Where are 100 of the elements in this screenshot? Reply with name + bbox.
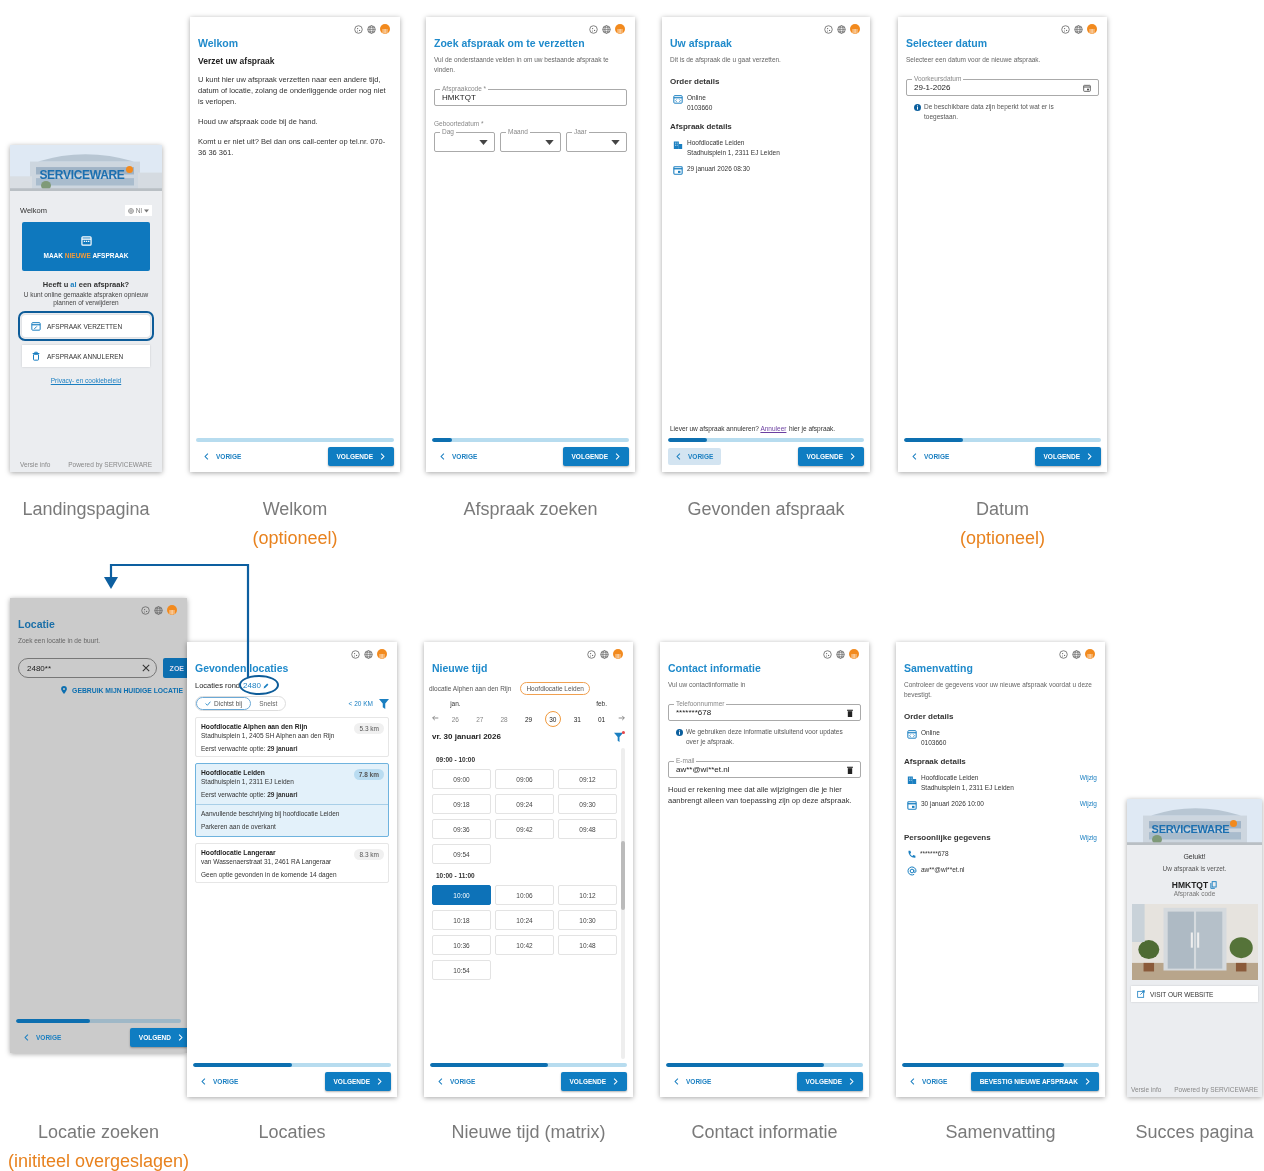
caption-note: (optioneel)	[959, 527, 1046, 550]
screen-caption: Succes pagina	[1135, 1121, 1254, 1144]
external-link-icon	[1137, 990, 1145, 998]
logo-icon	[1230, 820, 1238, 827]
section-heading: Afspraak details	[670, 122, 732, 131]
screen-caption: Landingspagina	[22, 498, 150, 521]
filter-icon[interactable]	[379, 698, 389, 709]
section-heading: Afspraak details	[904, 757, 966, 766]
building-icon	[907, 774, 917, 784]
chevron-left-icon	[204, 453, 209, 460]
screen-caption: Afspraak zoeken	[463, 498, 598, 521]
globe-icon[interactable]	[1072, 649, 1081, 659]
section-heading: Order details	[904, 712, 954, 721]
cookie-icon[interactable]	[587, 649, 596, 659]
caption-note: (optioneel)	[252, 527, 338, 550]
chevron-left-icon	[201, 1078, 206, 1085]
chevron-right-icon	[615, 453, 620, 460]
calendar-edit-icon	[31, 321, 41, 331]
section-heading: Order details	[670, 77, 720, 86]
globe-icon[interactable]	[154, 605, 163, 615]
subheading: Verzet uw afspraak	[198, 56, 276, 66]
globe-icon[interactable]	[1074, 24, 1083, 34]
globe-icon[interactable]	[836, 649, 845, 659]
chevron-left-icon	[912, 453, 917, 460]
cookie-icon[interactable]	[1059, 649, 1068, 659]
arrow-right-icon[interactable]	[618, 715, 625, 721]
location-edit-link[interactable]: 2480	[243, 681, 269, 690]
chevron-right-icon	[1087, 453, 1092, 460]
cookie-icon[interactable]	[141, 605, 150, 615]
screen-title: Samenvatting	[903, 661, 974, 674]
calendar-icon[interactable]	[1083, 83, 1091, 92]
building-icon	[673, 139, 683, 149]
filter-icon[interactable]	[614, 731, 625, 742]
chevron-left-icon	[438, 1078, 443, 1085]
pencil-icon	[262, 682, 269, 689]
chevron-left-icon	[674, 1078, 679, 1085]
arrow-left-icon[interactable]	[432, 715, 439, 721]
chevron-right-icon	[178, 1034, 183, 1041]
calendar-code-icon	[907, 729, 917, 739]
calendar-icon	[673, 165, 683, 175]
screen-title: Zoek afspraak om te verzetten	[433, 36, 586, 49]
chevron-left-icon	[676, 453, 681, 460]
at-sign-icon	[907, 866, 917, 876]
logo-icon	[377, 649, 387, 659]
globe-icon[interactable]	[364, 649, 373, 659]
cookie-icon[interactable]	[823, 649, 832, 659]
chevron-right-icon	[380, 453, 385, 460]
chevron-left-icon	[440, 453, 445, 460]
appointment-code: HMKTQT	[1171, 880, 1209, 890]
screen-title: Uw afspraak	[669, 36, 733, 49]
cookie-icon[interactable]	[824, 24, 833, 34]
close-icon[interactable]	[141, 664, 150, 672]
logo-icon	[380, 24, 390, 34]
logo-icon	[613, 649, 623, 659]
logo-icon	[849, 649, 859, 659]
screen-title: Contact informatie	[667, 661, 762, 674]
logo-icon	[615, 24, 625, 34]
chevron-right-icon	[377, 1078, 382, 1085]
cookie-icon[interactable]	[354, 24, 363, 34]
cookie-icon[interactable]	[1061, 24, 1070, 34]
globe-icon[interactable]	[600, 649, 609, 659]
caret-icon	[144, 208, 149, 213]
chevron-right-icon	[613, 1078, 618, 1085]
calendar-code-icon	[673, 94, 683, 104]
trash-icon[interactable]	[847, 765, 853, 774]
screen-caption: Nieuwe tijd (matrix)	[451, 1121, 606, 1144]
caret-icon	[611, 139, 620, 145]
globe-icon	[127, 207, 134, 214]
globe-icon[interactable]	[367, 24, 376, 34]
logo-icon	[1085, 649, 1095, 659]
screen-title: Selecteer datum	[905, 36, 989, 49]
screen-title: Nieuwe tijd	[431, 661, 489, 674]
chevron-right-icon	[850, 453, 855, 460]
screen-title: Welkom	[197, 36, 240, 49]
info-icon	[676, 728, 683, 736]
chevron-right-icon	[849, 1078, 854, 1085]
pin-icon	[61, 686, 68, 694]
cookie-icon[interactable]	[351, 649, 360, 659]
caption-note: (inititeel overgeslagen)	[7, 1150, 190, 1171]
chevron-left-icon	[910, 1078, 915, 1085]
screen-title: Gevonden locaties	[194, 661, 290, 674]
screen-caption: Contact informatie	[691, 1121, 838, 1144]
copy-icon[interactable]	[1210, 881, 1218, 889]
logo-icon	[167, 605, 177, 615]
screen-caption: Gevonden afspraak	[687, 498, 845, 521]
caret-icon	[479, 139, 488, 145]
logo-icon	[125, 166, 133, 173]
calendar-icon	[907, 800, 917, 810]
screen-caption: Welkom	[262, 498, 328, 521]
trash-icon	[31, 351, 41, 361]
trash-icon[interactable]	[847, 708, 853, 717]
section-heading: Persoonlijke gegevens	[904, 833, 991, 842]
cookie-icon[interactable]	[589, 24, 598, 34]
globe-icon[interactable]	[602, 24, 611, 34]
chevron-right-icon	[1085, 1078, 1090, 1085]
chevron-left-icon	[24, 1034, 29, 1041]
info-icon	[914, 103, 921, 111]
globe-icon[interactable]	[837, 24, 846, 34]
logo-icon	[850, 24, 860, 34]
brand-logo: SERVICEWARE	[39, 169, 125, 182]
